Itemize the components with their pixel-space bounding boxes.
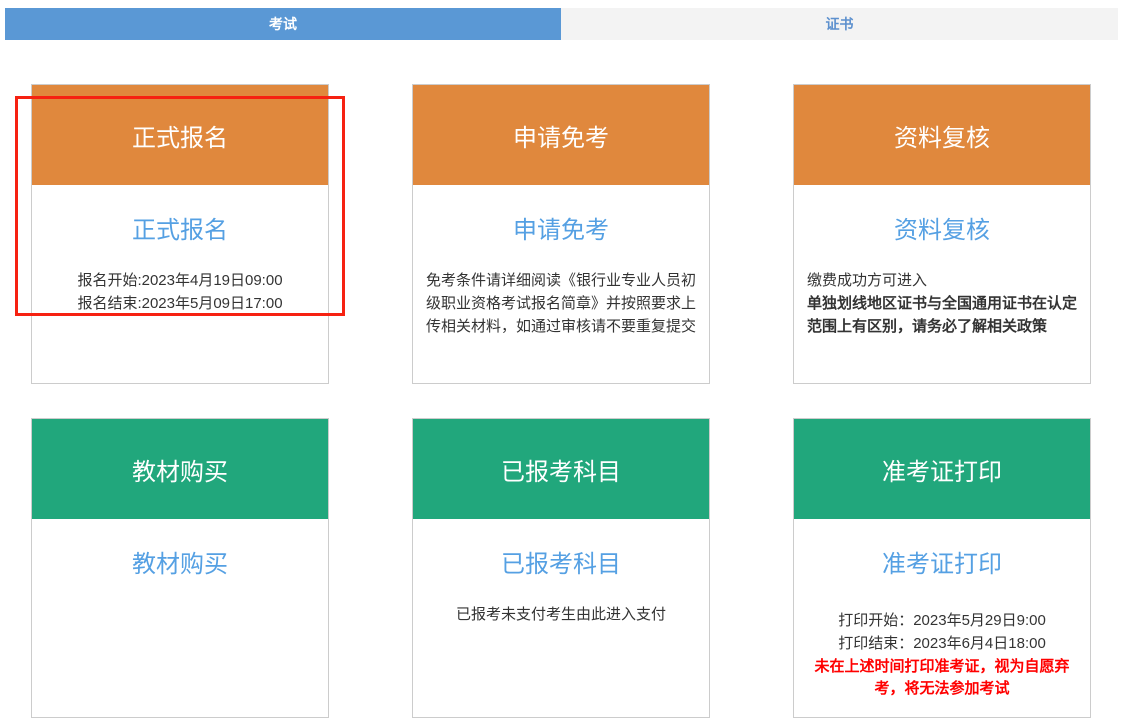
- print-deadline-warning: 未在上述时间打印准考证，视为自愿弃考，将无法参加考试: [807, 656, 1077, 700]
- card-title: 申请免考: [513, 118, 609, 153]
- card-title: 教材购买: [132, 452, 228, 487]
- exemption-application-link[interactable]: 申请免考: [513, 210, 609, 245]
- card-body: 准考证打印 打印开始：2023年5月29日9:00 打印结束：2023年6月4日…: [794, 519, 1090, 700]
- card-title: 准考证打印: [882, 452, 1002, 487]
- print-dates: 打印开始：2023年5月29日9:00 打印结束：2023年6月4日18:00: [807, 609, 1077, 655]
- card-textbook-purchase-header: 教材购买: [32, 419, 328, 519]
- card-registered-subjects-header: 已报考科目: [413, 419, 709, 519]
- card-formal-registration: 正式报名 正式报名 报名开始:2023年4月19日09:00 报名结束:2023…: [31, 84, 329, 384]
- material-review-link[interactable]: 资料复核: [894, 210, 990, 245]
- registration-dates: 报名开始:2023年4月19日09:00 报名结束:2023年5月09日17:0…: [45, 269, 315, 315]
- card-body: 资料复核 缴费成功方可进入 单独划线地区证书与全国通用证书在认定范围上有区别，请…: [794, 185, 1090, 338]
- exemption-note: 免考条件请详细阅读《银行业专业人员初级职业资格考试报名简章》并按照要求上传相关材…: [426, 269, 696, 338]
- registration-end-date: 报名结束:2023年5月09日17:00: [45, 292, 315, 315]
- card-title: 正式报名: [132, 118, 228, 153]
- payment-required-note: 缴费成功方可进入: [807, 269, 1077, 292]
- card-title: 资料复核: [894, 118, 990, 153]
- card-title: 已报考科目: [501, 452, 621, 487]
- card-exemption-application: 申请免考 申请免考 免考条件请详细阅读《银行业专业人员初级职业资格考试报名简章》…: [412, 84, 710, 384]
- tab-exam[interactable]: 考试: [5, 8, 561, 40]
- card-admission-ticket-print: 准考证打印 准考证打印 打印开始：2023年5月29日9:00 打印结束：202…: [793, 418, 1091, 718]
- card-textbook-purchase: 教材购买 教材购买: [31, 418, 329, 718]
- card-body: 已报考科目 已报考未支付考生由此进入支付: [413, 519, 709, 626]
- card-body: 正式报名 报名开始:2023年4月19日09:00 报名结束:2023年5月09…: [32, 185, 328, 315]
- unpaid-payment-note: 已报考未支付考生由此进入支付: [426, 603, 696, 626]
- print-start-date: 打印开始：2023年5月29日9:00: [807, 609, 1077, 632]
- admission-ticket-print-link[interactable]: 准考证打印: [882, 544, 1002, 579]
- formal-registration-link[interactable]: 正式报名: [132, 210, 228, 245]
- card-material-review: 资料复核 资料复核 缴费成功方可进入 单独划线地区证书与全国通用证书在认定范围上…: [793, 84, 1091, 384]
- certificate-policy-note: 单独划线地区证书与全国通用证书在认定范围上有区别，请务必了解相关政策: [807, 292, 1077, 338]
- card-material-review-header: 资料复核: [794, 85, 1090, 185]
- material-review-note: 缴费成功方可进入 单独划线地区证书与全国通用证书在认定范围上有区别，请务必了解相…: [807, 269, 1077, 338]
- card-registered-subjects: 已报考科目 已报考科目 已报考未支付考生由此进入支付: [412, 418, 710, 718]
- card-formal-registration-header: 正式报名: [32, 85, 328, 185]
- card-admission-ticket-print-header: 准考证打印: [794, 419, 1090, 519]
- card-exemption-application-header: 申请免考: [413, 85, 709, 185]
- card-body: 申请免考 免考条件请详细阅读《银行业专业人员初级职业资格考试报名简章》并按照要求…: [413, 185, 709, 338]
- tab-certificate[interactable]: 证书: [561, 8, 1118, 40]
- registered-subjects-link[interactable]: 已报考科目: [501, 544, 621, 579]
- card-body: 教材购买: [32, 519, 328, 579]
- registration-start-date: 报名开始:2023年4月19日09:00: [45, 269, 315, 292]
- textbook-purchase-link[interactable]: 教材购买: [132, 544, 228, 579]
- print-end-date: 打印结束：2023年6月4日18:00: [807, 632, 1077, 655]
